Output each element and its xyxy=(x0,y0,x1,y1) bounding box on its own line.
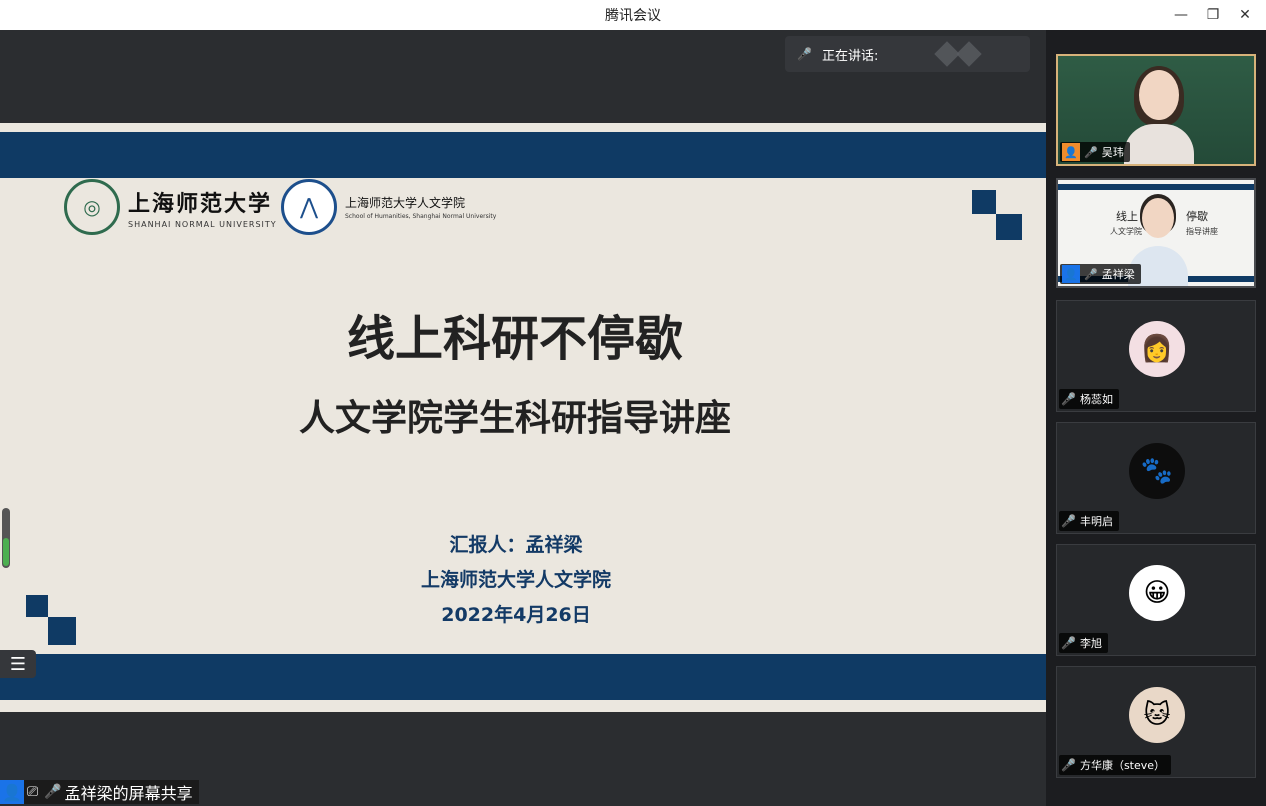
participant-name: 李旭 xyxy=(1079,637,1102,650)
close-icon[interactable]: ✕ xyxy=(1232,2,1258,28)
slide-title: 线上科研不停歇 xyxy=(346,311,683,367)
presenter-line: 汇报人：孟祥梁 xyxy=(449,534,583,556)
mic-icon: 🎤 xyxy=(44,784,62,800)
speaking-indicator: 🎤 正在讲话: xyxy=(785,36,1030,72)
mic-muted-icon: 🎤 xyxy=(1061,514,1076,528)
title-bar: 腾讯会议 — ❐ ✕ xyxy=(0,0,1266,30)
deco-square xyxy=(972,190,996,214)
volume-indicator xyxy=(2,508,10,568)
avatar: 🐾 xyxy=(1129,443,1185,499)
mic-icon: 🎤 xyxy=(1084,145,1098,159)
participant-tile[interactable]: 👤 🎤 吴玮 xyxy=(1056,54,1256,166)
participant-name: 孟祥梁 xyxy=(1101,268,1135,281)
shnu-name-en: SHANHAI NORMAL UNIVERSITY xyxy=(128,219,277,229)
participant-name: 吴玮 xyxy=(1101,146,1124,159)
participant-name-tag: 🎤 李旭 xyxy=(1059,633,1108,653)
mini-slide-text: 停歇 xyxy=(1186,210,1208,223)
slide-bottom-band xyxy=(0,654,1046,700)
window-title: 腾讯会议 xyxy=(605,8,661,24)
participant-name-tag: 🎤 方华康（steve） xyxy=(1059,755,1172,775)
slide-subtitle: 人文学院学生科研指导讲座 xyxy=(298,397,731,439)
participant-tile[interactable]: 线上 停歇 人文学院 指导讲座 👤 🎤 孟祥梁 xyxy=(1056,178,1256,288)
minimize-icon[interactable]: — xyxy=(1168,2,1194,28)
user-icon: 👤 xyxy=(0,780,24,804)
humanities-name-cn: 上海师范大学人文学院 xyxy=(345,196,466,210)
participant-name: 方华康（steve） xyxy=(1079,759,1166,772)
deco-square xyxy=(996,214,1022,240)
avatar: 😀 xyxy=(1129,565,1185,621)
restore-icon[interactable]: ❐ xyxy=(1200,2,1226,28)
participant-name: 丰明启 xyxy=(1079,515,1113,528)
participant-name-tag: 👤 🎤 吴玮 xyxy=(1060,142,1130,162)
mic-icon: 🎤 xyxy=(1084,267,1098,281)
shared-slide: ◎ 上海师范大学 SHANHAI NORMAL UNIVERSITY ⋀ 上海师… xyxy=(0,123,1046,712)
participant-tile[interactable]: 🐾 🎤 丰明启 xyxy=(1056,422,1256,534)
humanities-seal-icon: ⋀ xyxy=(281,179,337,235)
mic-muted-icon: 🎤 xyxy=(1061,392,1076,406)
share-label: 孟祥梁的屏幕共享 xyxy=(64,784,193,803)
window-controls: — ❐ ✕ xyxy=(1168,0,1258,30)
participant-sidebar: 👤 🎤 吴玮 线上 停歇 人文学院 指导讲座 👤 🎤 孟祥梁 👩 🎤 杨蕊如 🐾… xyxy=(1046,30,1266,806)
participant-name-tag: 🎤 杨蕊如 xyxy=(1059,389,1119,409)
mini-slide-text: 指导讲座 xyxy=(1186,227,1218,236)
shnu-seal-icon: ◎ xyxy=(64,179,120,235)
participant-tile[interactable]: 😀 🎤 李旭 xyxy=(1056,544,1256,656)
mic-muted-icon: 🎤 xyxy=(797,47,812,61)
host-icon: 👤 xyxy=(1062,143,1080,161)
humanities-name-en: School of Humanities, Shanghai Normal Un… xyxy=(345,213,497,220)
participant-video xyxy=(1124,66,1194,164)
screen-share-icon: ⎚ xyxy=(27,784,39,800)
avatar: 👩 xyxy=(1129,321,1185,377)
list-menu-button[interactable]: ☰ xyxy=(0,650,36,678)
slide-top-band xyxy=(0,132,1046,178)
participant-tile[interactable]: 🐱 🎤 方华康（steve） xyxy=(1056,666,1256,778)
date-line: 2022年4月26日 xyxy=(441,604,591,626)
avatar: 🐱 xyxy=(1129,687,1185,743)
participant-name-tag: 👤 🎤 孟祥梁 xyxy=(1060,264,1141,284)
user-icon: 👤 xyxy=(1062,265,1080,283)
mic-muted-icon: 🎤 xyxy=(1061,636,1076,650)
participant-name-tag: 🎤 丰明启 xyxy=(1059,511,1119,531)
org-line: 上海师范大学人文学院 xyxy=(420,569,611,591)
participant-name: 杨蕊如 xyxy=(1079,393,1113,406)
mic-muted-icon: 🎤 xyxy=(1061,758,1076,772)
speaker-avatars xyxy=(934,41,983,67)
participant-tile[interactable]: 👩 🎤 杨蕊如 xyxy=(1056,300,1256,412)
humanities-logo: ⋀ 上海师范大学人文学院 School of Humanities, Shang… xyxy=(281,179,496,235)
shnu-name-cn: 上海师范大学 xyxy=(128,190,273,217)
screen-share-bar: 👤 ⎚ 🎤 孟祥梁的屏幕共享 xyxy=(0,780,199,804)
speaking-label: 正在讲话: xyxy=(821,48,879,64)
shnu-logo: ◎ 上海师范大学 SHANHAI NORMAL UNIVERSITY xyxy=(64,179,277,235)
